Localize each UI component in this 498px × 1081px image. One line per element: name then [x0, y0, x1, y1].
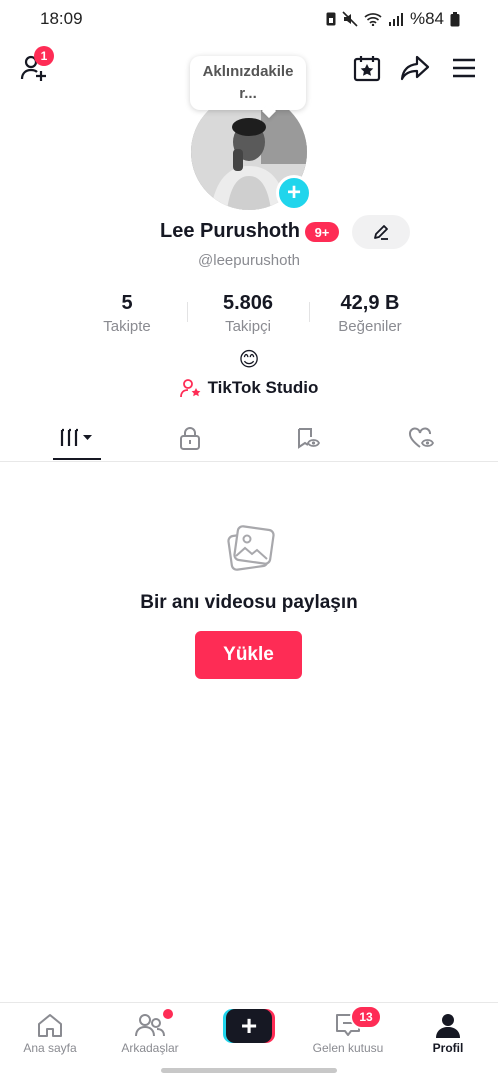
tiktok-studio-link[interactable]: TikTok Studio: [0, 378, 498, 398]
calendar-button[interactable]: [351, 52, 383, 84]
stat-following-value: 5: [121, 292, 133, 314]
profile-tabs: [0, 415, 498, 462]
nav-home[interactable]: Ana sayfa: [0, 1003, 100, 1063]
name-badge[interactable]: 9+: [305, 222, 339, 242]
hamburger-menu-icon: [453, 58, 475, 78]
nav-inbox-label: Gelen kutusu: [312, 1041, 384, 1055]
stat-following-label: Takipte: [103, 318, 151, 335]
add-avatar-button[interactable]: +: [276, 175, 312, 211]
photos-placeholder-icon: [222, 522, 276, 581]
status-time: 18:09: [40, 9, 83, 28]
friends-icon: [135, 1014, 165, 1037]
bookmark-eye-icon: [298, 428, 321, 449]
edit-profile-button[interactable]: [352, 215, 410, 249]
nav-inbox[interactable]: Gelen kutusu: [298, 1003, 398, 1063]
note-bubble[interactable]: Aklınızdakiler...: [190, 56, 306, 110]
profile-name: Lee Purushoth: [160, 220, 301, 242]
upload-button[interactable]: Yükle: [195, 631, 302, 679]
nav-friends-label: Arkadaşlar: [121, 1041, 179, 1055]
calendar-star-icon: [353, 56, 381, 82]
add-friend-badge: 1: [34, 46, 54, 66]
stat-likes-value: 42,9 B: [340, 292, 400, 314]
stat-followers-value: 5.806: [222, 292, 274, 314]
sim-icon: [326, 12, 336, 26]
stat-following[interactable]: 5 Takipte: [67, 292, 187, 335]
battery-percent: %84: [409, 9, 444, 28]
nav-profile-label: Profil: [432, 1041, 464, 1055]
stat-likes-label: Beğeniler: [338, 318, 402, 335]
tab-reposts[interactable]: [246, 415, 370, 461]
empty-state-title: Bir anı videosu paylaşın: [140, 592, 358, 613]
home-icon: [38, 1014, 62, 1037]
note-bubble-text: Aklınızdakiler...: [202, 63, 294, 102]
nav-home-label: Ana sayfa: [23, 1041, 77, 1055]
lock-icon: [180, 427, 200, 450]
pencil-icon: [374, 225, 388, 240]
inbox-badge: 13: [350, 1005, 382, 1029]
plus-icon: +: [286, 179, 301, 206]
creator-star-icon: [179, 379, 200, 398]
share-button[interactable]: [398, 52, 432, 84]
nav-create-button[interactable]: +: [223, 1009, 275, 1043]
friends-notification-dot: [163, 1009, 173, 1019]
tab-liked[interactable]: [360, 415, 484, 461]
stat-followers-label: Takipçi: [225, 318, 271, 335]
tab-private[interactable]: [128, 415, 252, 461]
status-bar: 18:09 %84: [0, 0, 498, 40]
share-arrow-icon: [400, 55, 430, 81]
menu-button[interactable]: [448, 52, 480, 84]
active-tab-indicator: [53, 458, 101, 460]
stat-followers[interactable]: 5.806 Takipçi: [188, 292, 308, 335]
tab-videos[interactable]: [15, 415, 139, 461]
signal-icon: [388, 13, 403, 26]
tiktok-studio-label: TikTok Studio: [207, 378, 319, 397]
nav-profile[interactable]: Profil: [398, 1003, 498, 1063]
grid-dropdown-icon: [60, 428, 92, 446]
profile-handle: @leepurushoth: [198, 252, 300, 269]
bio-emoji: 😊: [238, 349, 260, 371]
battery-icon: [450, 11, 460, 26]
mute-icon: [342, 11, 358, 27]
wifi-icon: [364, 13, 382, 26]
plus-icon: +: [226, 1009, 272, 1043]
status-icons: %84: [326, 9, 460, 29]
stat-likes[interactable]: 42,9 B Beğeniler: [310, 292, 430, 335]
nav-friends[interactable]: Arkadaşlar: [100, 1003, 200, 1063]
profile-icon: [436, 1014, 460, 1038]
heart-eye-icon: [409, 427, 435, 448]
home-indicator: [161, 1068, 337, 1073]
